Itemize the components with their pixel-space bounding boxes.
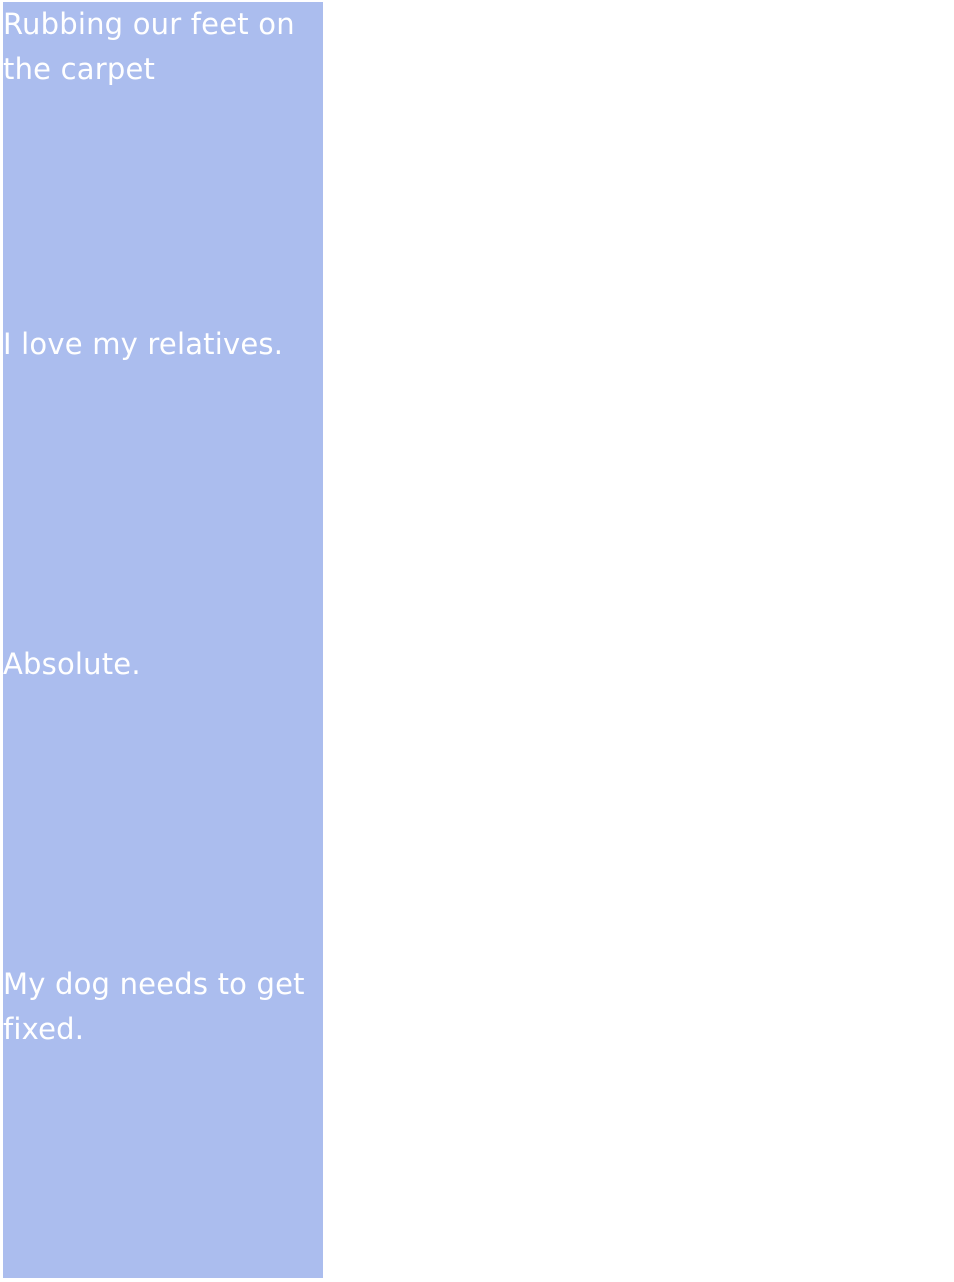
list-item: Absolute. bbox=[3, 642, 323, 962]
list-item-text: Rubbing our feet on the carpet bbox=[3, 7, 295, 86]
list-item-text: My dog needs to get fixed. bbox=[3, 967, 305, 1046]
list-item: Rubbing our feet on the carpet bbox=[3, 2, 323, 322]
list-item: I love my relatives. bbox=[3, 322, 323, 642]
list-item-text: I love my relatives. bbox=[3, 327, 284, 361]
list-item-text: Absolute. bbox=[3, 647, 141, 681]
list-item: My dog needs to get fixed. bbox=[3, 962, 323, 1282]
text-column-panel: Rubbing our feet on the carpet I love my… bbox=[3, 2, 323, 1278]
